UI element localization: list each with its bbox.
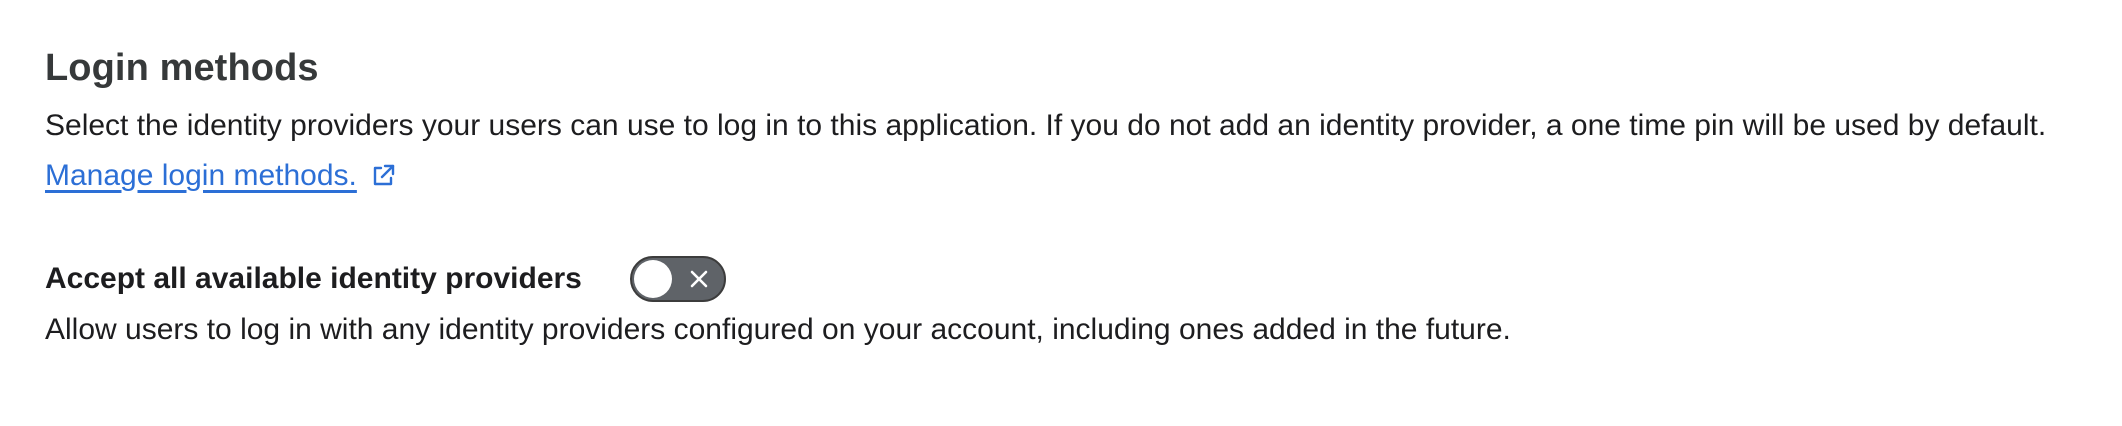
accept-all-help: Allow users to log in with any identity …: [45, 313, 1511, 346]
accept-all-toggle[interactable]: [629, 256, 726, 302]
section-description: Select the identity providers your users…: [45, 109, 2047, 142]
external-link-icon[interactable]: [369, 162, 397, 190]
close-icon: [688, 268, 710, 290]
manage-login-methods-link[interactable]: Manage login methods.: [45, 152, 357, 200]
manage-link-row: Manage login methods.: [45, 150, 2105, 202]
accept-all-label: Accept all available identity providers: [45, 262, 582, 295]
accept-all-row: Accept all available identity providers: [45, 254, 2105, 304]
section-title: Login methods: [45, 47, 319, 89]
toggle-knob: [633, 260, 672, 298]
login-methods-section: Login methods Select the identity provid…: [45, 44, 2105, 354]
